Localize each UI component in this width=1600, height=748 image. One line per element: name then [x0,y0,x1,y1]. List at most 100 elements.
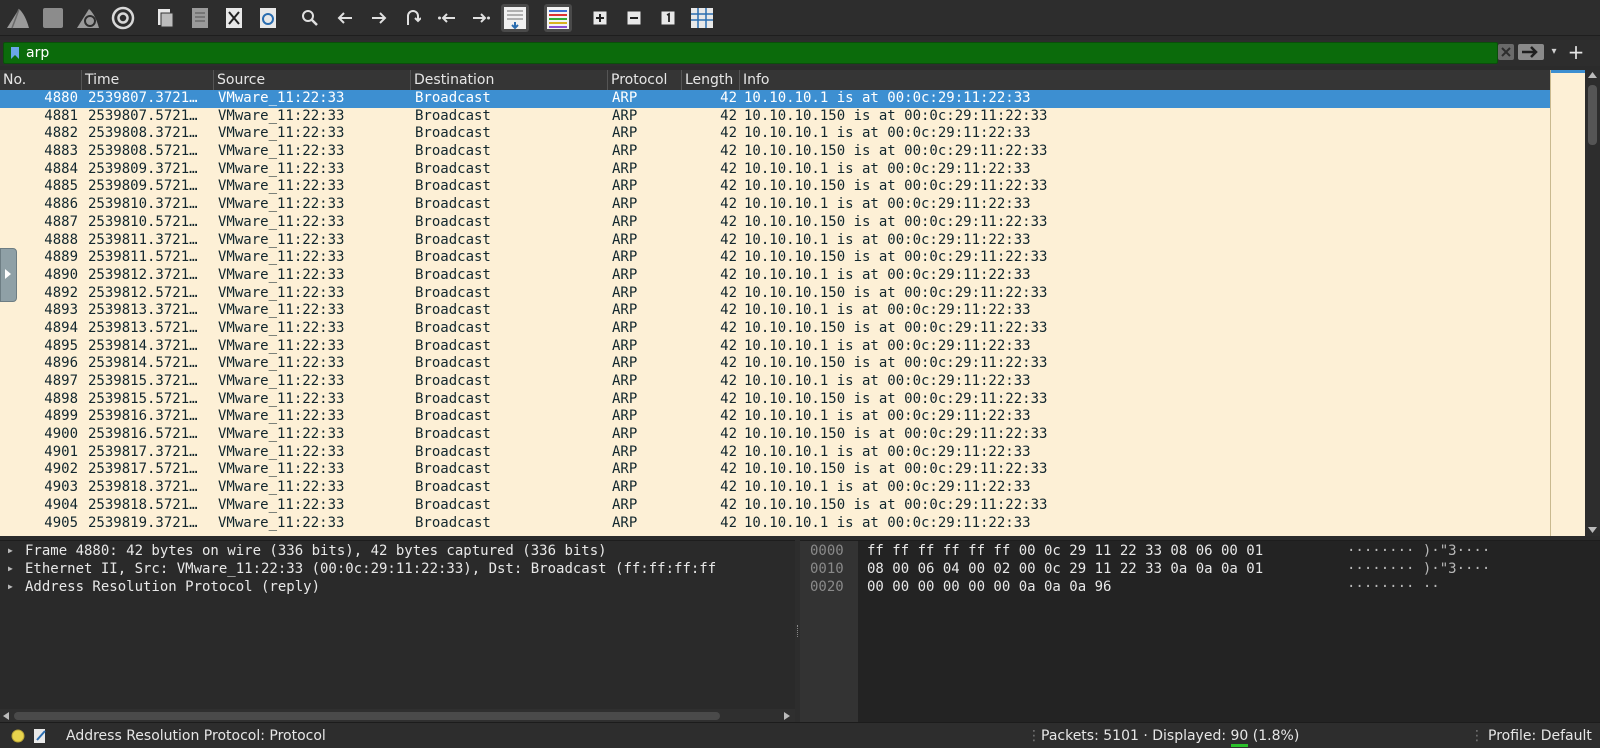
first-packet-icon[interactable] [433,4,461,32]
zoom-in-icon[interactable] [586,4,614,32]
packet-row[interactable]: 4905 2539819.3721… VMware_11:22:33 Broadcas… [0,515,1550,533]
details-item-arp[interactable]: ▶ Address Resolution Protocol (reply) [0,578,795,596]
packet-row[interactable]: 4892 2539812.5721… VMware_11:22:33 Broadcas… [0,285,1550,303]
open-file-icon[interactable] [151,4,179,32]
bytes-hex[interactable]: 00 00 00 00 00 00 0a 0a 0a 96 [867,578,1111,596]
add-filter-button-icon[interactable]: + [1566,42,1586,62]
display-filter-input[interactable] [26,44,1496,62]
scrollbar-thumb[interactable] [14,712,720,720]
packet-row[interactable]: 4898 2539815.5721… VMware_11:22:33 Broadcas… [0,391,1550,409]
bytes-hex[interactable]: ff ff ff ff ff ff 00 0c 29 11 22 33 08 0… [867,542,1263,560]
column-header-protocol[interactable]: Protocol [608,70,682,90]
scroll-left-icon[interactable] [3,712,9,720]
last-packet-icon[interactable] [467,4,495,32]
packet-row[interactable]: 4880 2539807.3721… VMware_11:22:33 Broadcas… [0,90,1550,108]
resize-columns-icon[interactable] [688,4,716,32]
packet-row[interactable]: 4886 2539810.3721… VMware_11:22:33 Broadcas… [0,196,1550,214]
packet-minimap[interactable] [1550,70,1585,536]
expand-arrow-icon[interactable]: ▶ [8,560,13,578]
bytes-ascii[interactable]: ········ )·"3···· [1347,560,1490,578]
comment-edit-icon[interactable] [33,728,47,744]
packet-row[interactable]: 4894 2539813.5721… VMware_11:22:33 Broadcas… [0,320,1550,338]
status-separator: ⋮ [1470,728,1484,744]
filter-history-dropdown-icon[interactable]: ▾ [1548,46,1560,58]
packet-row[interactable]: 4882 2539808.3721… VMware_11:22:33 Broadcas… [0,125,1550,143]
cell-protocol: ARP [612,319,638,336]
bytes-hex[interactable]: 08 00 06 04 00 02 00 0c 29 11 22 33 0a 0… [867,560,1263,578]
packet-row[interactable]: 4893 2539813.3721… VMware_11:22:33 Broadcas… [0,302,1550,320]
packet-row[interactable]: 4884 2539809.3721… VMware_11:22:33 Broadcas… [0,161,1550,179]
sidebar-expand-handle[interactable] [0,248,17,302]
column-header-info[interactable]: Info [740,70,1550,90]
capture-options-icon[interactable] [109,4,137,32]
cell-source: VMware_11:22:33 [218,461,345,478]
packet-row[interactable]: 4901 2539817.3721… VMware_11:22:33 Broadcas… [0,444,1550,462]
packet-row[interactable]: 4902 2539817.5721… VMware_11:22:33 Broadcas… [0,461,1550,479]
zoom-out-icon[interactable] [620,4,648,32]
packet-row[interactable]: 4885 2539809.5721… VMware_11:22:33 Broadcas… [0,178,1550,196]
packet-row[interactable]: 4881 2539807.5721… VMware_11:22:33 Broadcas… [0,108,1550,126]
stop-capture-icon[interactable] [39,4,67,32]
go-back-icon[interactable] [331,4,359,32]
apply-filter-icon[interactable] [1518,44,1544,60]
scroll-up-icon[interactable] [1588,72,1597,78]
close-file-icon[interactable] [220,4,248,32]
reload-file-icon[interactable] [254,4,282,32]
bytes-ascii[interactable]: ········ ·· [1347,578,1440,596]
column-header-time[interactable]: Time [82,70,214,90]
cell-time: 2539819.3721… [88,514,198,531]
details-item-frame[interactable]: ▶ Frame 4880: 42 bytes on wire (336 bits… [0,542,795,560]
autoscroll-icon[interactable] [501,4,529,32]
profile-indicator[interactable]: Profile: Default [1488,723,1592,748]
cell-time: 2539807.5721… [88,107,198,124]
scrollbar-thumb[interactable] [1588,85,1597,145]
cell-no: 4884 [44,160,78,177]
clear-filter-icon[interactable] [1498,44,1514,60]
packet-row[interactable]: 4887 2539810.5721… VMware_11:22:33 Broadcas… [0,214,1550,232]
details-horizontal-scrollbar[interactable] [0,709,795,723]
packet-row[interactable]: 4903 2539818.3721… VMware_11:22:33 Broadcas… [0,479,1550,497]
column-header-length[interactable]: Length [682,70,740,90]
bytes-offset: 0000 [810,543,844,559]
column-header-destination[interactable]: Destination [411,70,608,90]
colorize-icon[interactable] [544,4,572,32]
find-packet-icon[interactable] [296,4,324,32]
cell-length: 42 [720,284,737,301]
bookmark-icon[interactable] [10,46,20,60]
save-file-icon[interactable] [186,4,214,32]
bytes-ascii[interactable]: ········ )·"3···· [1347,542,1490,560]
scroll-right-icon[interactable] [784,712,790,720]
packet-row[interactable]: 4896 2539814.5721… VMware_11:22:33 Broadcas… [0,355,1550,373]
restart-capture-icon[interactable] [74,4,102,32]
expand-arrow-icon[interactable]: ▶ [8,578,13,596]
cell-length: 42 [720,390,737,407]
column-header-no[interactable]: No. [0,70,82,90]
packet-row[interactable]: 4897 2539815.3721… VMware_11:22:33 Broadcas… [0,373,1550,391]
go-to-packet-icon[interactable] [399,4,427,32]
expand-arrow-icon[interactable]: ▶ [8,542,13,560]
packet-row[interactable]: 4883 2539808.5721… VMware_11:22:33 Broadcas… [0,143,1550,161]
details-item-ethernet[interactable]: ▶ Ethernet II, Src: VMware_11:22:33 (00:… [0,560,795,578]
scroll-down-icon[interactable] [1588,527,1597,533]
packet-row[interactable]: 4890 2539812.3721… VMware_11:22:33 Broadcas… [0,267,1550,285]
packet-row[interactable]: 4899 2539816.3721… VMware_11:22:33 Broadcas… [0,408,1550,426]
capture-status-icon[interactable] [11,729,25,743]
shark-fin-start-icon[interactable] [4,4,32,32]
packet-list-scrollbar[interactable] [1585,70,1600,536]
packet-row[interactable]: 4904 2539818.5721… VMware_11:22:33 Broadcas… [0,497,1550,515]
packet-row[interactable]: 4888 2539811.3721… VMware_11:22:33 Broadcas… [0,232,1550,250]
column-header-source[interactable]: Source [214,70,411,90]
cell-length: 42 [720,514,737,531]
cell-no: 4899 [44,408,78,425]
cell-time: 2539816.5721… [88,426,198,443]
packet-row[interactable]: 4895 2539814.3721… VMware_11:22:33 Broadcas… [0,338,1550,356]
cell-no: 4885 [44,178,78,195]
cell-no: 4883 [44,143,78,160]
go-forward-icon[interactable] [365,4,393,32]
cell-no: 4881 [44,107,78,124]
cell-protocol: ARP [612,196,638,213]
packet-row[interactable]: 4900 2539816.5721… VMware_11:22:33 Broadcas… [0,426,1550,444]
packet-row[interactable]: 4889 2539811.5721… VMware_11:22:33 Broadcas… [0,249,1550,267]
normal-size-icon[interactable] [654,4,682,32]
cell-time: 2539815.3721… [88,373,198,389]
